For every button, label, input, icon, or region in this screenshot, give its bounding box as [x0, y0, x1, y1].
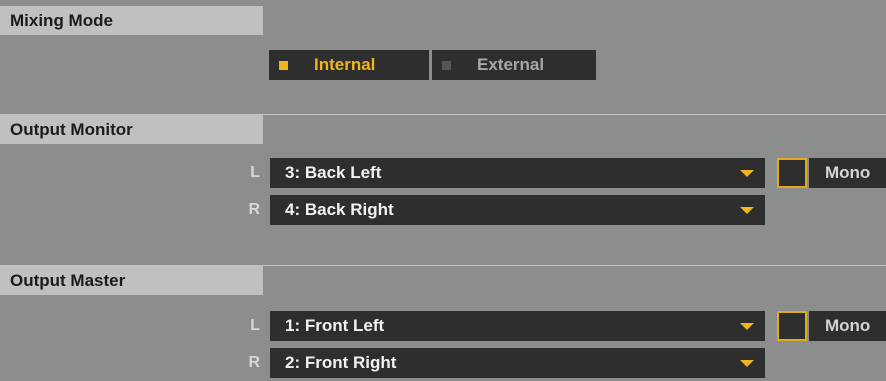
mixing-mode-internal-label: Internal [314, 55, 376, 74]
monitor-mono-label: Mono [809, 158, 886, 188]
monitor-mono-checkbox[interactable] [777, 158, 807, 188]
master-left-output-value: 1: Front Left [285, 316, 385, 335]
section-title-output-master: Output Master [0, 266, 263, 295]
unselected-indicator-icon [442, 61, 451, 70]
master-right-output-value: 2: Front Right [285, 353, 397, 372]
monitor-right-channel-label: R [248, 201, 260, 218]
monitor-right-output-value: 4: Back Right [285, 200, 394, 219]
monitor-left-output-select[interactable]: 3: Back Left [270, 158, 765, 188]
master-mono-label: Mono [809, 311, 886, 341]
monitor-left-channel-label: L [250, 164, 260, 181]
mixing-mode-external-label: External [477, 55, 545, 74]
master-mono-checkbox[interactable] [777, 311, 807, 341]
section-title-mixing-mode: Mixing Mode [0, 6, 263, 35]
selected-indicator-icon [279, 61, 288, 70]
mixing-mode-internal-button[interactable]: Internal [269, 50, 429, 80]
monitor-left-output-value: 3: Back Left [285, 163, 382, 182]
dropdown-arrow-icon [740, 323, 754, 330]
master-left-output-select[interactable]: 1: Front Left [270, 311, 765, 341]
dropdown-arrow-icon [740, 170, 754, 177]
master-right-output-select[interactable]: 2: Front Right [270, 348, 765, 378]
master-right-channel-label: R [248, 354, 260, 371]
mixing-mode-external-button[interactable]: External [432, 50, 596, 80]
dropdown-arrow-icon [740, 360, 754, 367]
dropdown-arrow-icon [740, 207, 754, 214]
monitor-right-output-select[interactable]: 4: Back Right [270, 195, 765, 225]
master-left-channel-label: L [250, 317, 260, 334]
section-title-output-monitor: Output Monitor [0, 115, 263, 144]
